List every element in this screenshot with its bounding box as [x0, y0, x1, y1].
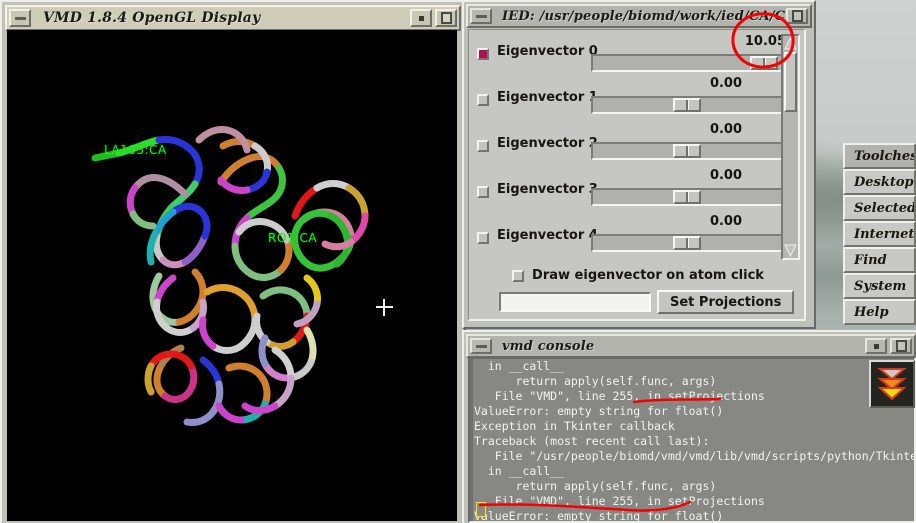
toolchest-menu: Toolchest Desktop Selected Internet Find…	[843, 143, 916, 325]
eigenvector-row-4: Eigenvector 4 0.00	[471, 216, 781, 260]
eigenvector-1-slider-thumb[interactable]	[673, 98, 701, 112]
eigenvector-row-3: Eigenvector 3 0.00	[471, 170, 781, 216]
protein-ribbon-render	[7, 30, 457, 521]
minimize-icon	[476, 15, 487, 18]
vmd-3d-viewport[interactable]: LA103:CA RO1:CA	[7, 30, 457, 521]
set-projections-button[interactable]: Set Projections	[657, 290, 794, 314]
eigenvector-4-slider-thumb[interactable]	[673, 236, 701, 250]
eigenvector-0-value: 10.05	[581, 34, 781, 49]
scroll-down-arrow-icon[interactable]	[784, 244, 797, 257]
draw-eigenvector-label: Draw eigenvector on atom click	[532, 268, 764, 283]
iconify-icon	[419, 16, 424, 21]
eigenvector-4-checkbox[interactable]	[477, 232, 489, 244]
eigenvector-2-value: 0.00	[626, 122, 781, 137]
console-traceback-text: in __call__ return apply(self.func, args…	[474, 359, 916, 523]
maximize-icon	[441, 12, 452, 24]
projection-controls: Set Projections	[499, 290, 794, 314]
scroll-up-arrow-icon[interactable]	[784, 37, 797, 50]
console-output-area[interactable]: in __call__ return apply(self.func, args…	[468, 357, 916, 523]
eigenvector-2-label: Eigenvector 2	[497, 136, 598, 151]
eigenvector-1-value: 0.00	[626, 76, 781, 91]
eigenvector-2-checkbox[interactable]	[477, 140, 489, 152]
eigenvector-0-slider[interactable]	[591, 54, 781, 72]
console-titlebar[interactable]: vmd console	[466, 334, 916, 358]
ied-maximize-button[interactable]	[786, 8, 808, 24]
iconify-icon	[874, 344, 879, 349]
vmd-maximize-button[interactable]	[435, 9, 457, 27]
draw-eigenvector-option[interactable]: Draw eigenvector on atom click	[469, 268, 806, 283]
eigenvector-2-slider[interactable]	[591, 142, 781, 160]
eigenvector-row-0: Eigenvector 0 10.05	[471, 32, 781, 78]
eigenvector-1-label: Eigenvector 1	[497, 90, 598, 105]
eigenvector-list-scrollbar[interactable]	[781, 34, 800, 260]
eigenvector-3-label: Eigenvector 3	[497, 182, 598, 197]
eigenvector-1-slider[interactable]	[591, 96, 781, 114]
console-maximize-button[interactable]	[890, 338, 912, 354]
eigenvector-2-slider-thumb[interactable]	[673, 144, 701, 158]
draw-eigenvector-checkbox[interactable]	[512, 270, 524, 282]
eigenvector-4-slider[interactable]	[591, 234, 781, 252]
console-minimize-button[interactable]	[470, 338, 492, 354]
console-window-title: vmd console	[492, 339, 865, 354]
screen: Toolchest Desktop Selected Internet Find…	[0, 0, 916, 523]
projection-input[interactable]	[499, 292, 651, 312]
eigenvector-4-value: 0.00	[626, 214, 781, 229]
eigenvector-0-slider-thumb[interactable]	[750, 56, 778, 70]
console-left-rail	[470, 359, 473, 521]
ied-content-panel: Eigenvector 0 10.05 Eigenvector 1 0.00	[468, 29, 806, 321]
toolchest-item-system[interactable]: System	[843, 273, 916, 299]
molecule-label-0: LA103:CA	[104, 143, 167, 157]
eigenvector-3-value: 0.00	[626, 168, 781, 183]
minimize-icon	[476, 345, 487, 348]
vmd-window-title: VMD 1.8.4 OpenGL Display	[31, 10, 410, 26]
ied-window-title: IED: /usr/people/biomd/work/ied/CA/C	[492, 9, 786, 24]
toolchest-item-internet[interactable]: Internet	[843, 221, 916, 247]
toolchest-item-find[interactable]: Find	[843, 247, 916, 273]
eigenvector-3-slider-thumb[interactable]	[673, 190, 701, 204]
crosshair-cursor	[376, 299, 393, 316]
vmd-minimize-button[interactable]	[9, 9, 31, 27]
text-cursor	[476, 502, 486, 517]
molecule-label-1: RO1:CA	[268, 231, 317, 245]
vmd-console-window: vmd console in __call__ return apply(sel…	[462, 330, 916, 523]
scrollbar-thumb[interactable]	[784, 52, 797, 112]
toolchest-header[interactable]: Toolchest	[843, 143, 916, 169]
scroll-down-chevrons-icon[interactable]	[869, 360, 915, 408]
eigenvector-list: Eigenvector 0 10.05 Eigenvector 1 0.00	[471, 32, 781, 260]
eigenvector-0-checkbox[interactable]	[477, 48, 489, 60]
toolchest-item-selected[interactable]: Selected	[843, 195, 916, 221]
eigenvector-1-checkbox[interactable]	[477, 94, 489, 106]
ied-minimize-button[interactable]	[470, 8, 492, 24]
toolchest-item-desktop[interactable]: Desktop	[843, 169, 916, 195]
eigenvector-3-checkbox[interactable]	[477, 186, 489, 198]
maximize-icon	[896, 340, 907, 352]
eigenvector-row-2: Eigenvector 2 0.00	[471, 124, 781, 170]
vmd-titlebar[interactable]: VMD 1.8.4 OpenGL Display	[5, 5, 461, 31]
vmd-opengl-display-window: VMD 1.8.4 OpenGL Display	[0, 0, 466, 523]
ied-window: IED: /usr/people/biomd/work/ied/CA/C Eig…	[462, 0, 816, 329]
ied-titlebar[interactable]: IED: /usr/people/biomd/work/ied/CA/C	[466, 4, 812, 28]
eigenvector-row-1: Eigenvector 1 0.00	[471, 78, 781, 124]
minimize-icon	[15, 17, 26, 20]
eigenvector-4-label: Eigenvector 4	[497, 228, 598, 243]
console-iconify-button[interactable]	[865, 338, 887, 354]
toolchest-item-help[interactable]: Help	[843, 299, 916, 325]
maximize-icon	[792, 10, 803, 22]
vmd-iconify-button[interactable]	[410, 9, 432, 27]
eigenvector-3-slider[interactable]	[591, 188, 781, 206]
